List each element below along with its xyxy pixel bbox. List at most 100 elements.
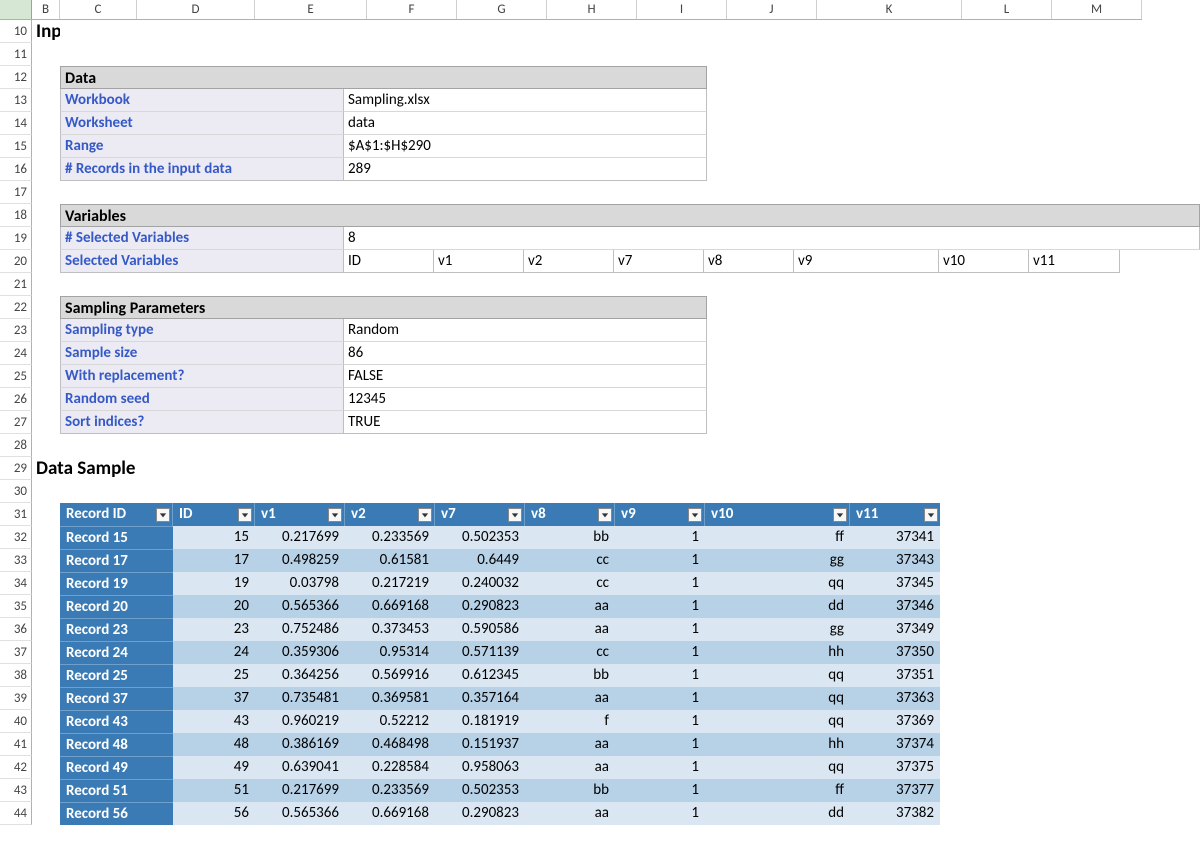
cell-v7[interactable]: 0.958063 xyxy=(435,756,525,779)
cell-id[interactable]: 20 xyxy=(173,595,255,618)
th-v9[interactable]: v9 xyxy=(615,503,705,526)
value-num-records[interactable]: 289 xyxy=(344,158,707,181)
filter-icon[interactable] xyxy=(598,508,612,522)
row-header-26[interactable]: 26 xyxy=(0,388,32,411)
value-sampling-type[interactable]: Random xyxy=(344,319,707,342)
table-row[interactable]: Record 51510.2176990.2335690.502353bb1ff… xyxy=(32,779,1200,802)
selvar-5[interactable]: v9 xyxy=(794,250,939,273)
th-v2[interactable]: v2 xyxy=(345,503,435,526)
cell-record-id[interactable]: Record 43 xyxy=(60,710,173,733)
cell-v9[interactable]: 1 xyxy=(615,572,705,595)
cell-id[interactable]: 17 xyxy=(173,549,255,572)
cell-v9[interactable]: 1 xyxy=(615,595,705,618)
cell-v10[interactable]: gg xyxy=(705,549,850,572)
cell-id[interactable]: 24 xyxy=(173,641,255,664)
cell-record-id[interactable]: Record 15 xyxy=(60,526,173,549)
cell-v1[interactable]: 0.217699 xyxy=(255,526,345,549)
row-header-21[interactable]: 21 xyxy=(0,273,32,296)
selvar-6[interactable]: v10 xyxy=(939,250,1029,273)
value-workbook[interactable]: Sampling.xlsx xyxy=(344,89,707,112)
selvar-4[interactable]: v8 xyxy=(704,250,794,273)
cell-v1[interactable]: 0.735481 xyxy=(255,687,345,710)
grid-body[interactable]: Inputs Data Workbook Sampling.xlsx Works… xyxy=(32,20,1200,825)
cell-v8[interactable]: aa xyxy=(525,687,615,710)
cell-v8[interactable]: aa xyxy=(525,802,615,825)
cell-record-id[interactable]: Record 17 xyxy=(60,549,173,572)
row-header-37[interactable]: 37 xyxy=(0,641,32,664)
row-header-34[interactable]: 34 xyxy=(0,572,32,595)
cell-v2[interactable]: 0.669168 xyxy=(345,595,435,618)
cell-v10[interactable]: qq xyxy=(705,756,850,779)
cell-v1[interactable]: 0.639041 xyxy=(255,756,345,779)
cell-v7[interactable]: 0.151937 xyxy=(435,733,525,756)
cell-v7[interactable]: 0.502353 xyxy=(435,779,525,802)
cell-v11[interactable]: 37375 xyxy=(850,756,940,779)
col-header-E[interactable]: E xyxy=(255,0,367,19)
cell-v11[interactable]: 37349 xyxy=(850,618,940,641)
cell-v10[interactable]: ff xyxy=(705,779,850,802)
cell-v8[interactable]: cc xyxy=(525,549,615,572)
row-header-13[interactable]: 13 xyxy=(0,89,32,112)
filter-icon[interactable] xyxy=(156,508,170,522)
row-header-20[interactable]: 20 xyxy=(0,250,32,273)
cell-id[interactable]: 25 xyxy=(173,664,255,687)
value-worksheet[interactable]: data xyxy=(344,112,707,135)
table-row[interactable]: Record 25250.3642560.5699160.612345bb1qq… xyxy=(32,664,1200,687)
row-header-29[interactable]: 29 xyxy=(0,457,32,480)
table-row[interactable]: Record 15150.2176990.2335690.502353bb1ff… xyxy=(32,526,1200,549)
cell-v11[interactable]: 37374 xyxy=(850,733,940,756)
cell-record-id[interactable]: Record 56 xyxy=(60,802,173,825)
cell-record-id[interactable]: Record 37 xyxy=(60,687,173,710)
cell-v8[interactable]: f xyxy=(525,710,615,733)
cell-id[interactable]: 48 xyxy=(173,733,255,756)
row-header-16[interactable]: 16 xyxy=(0,158,32,181)
row-header-44[interactable]: 44 xyxy=(0,802,32,825)
cell-record-id[interactable]: Record 51 xyxy=(60,779,173,802)
filter-icon[interactable] xyxy=(688,508,702,522)
cell-v8[interactable]: aa xyxy=(525,756,615,779)
filter-icon[interactable] xyxy=(508,508,522,522)
col-header-J[interactable]: J xyxy=(727,0,817,19)
col-header-H[interactable]: H xyxy=(547,0,637,19)
cell-v1[interactable]: 0.359306 xyxy=(255,641,345,664)
cell-v2[interactable]: 0.233569 xyxy=(345,779,435,802)
filter-icon[interactable] xyxy=(238,508,252,522)
cell-record-id[interactable]: Record 20 xyxy=(60,595,173,618)
th-v1[interactable]: v1 xyxy=(255,503,345,526)
selvar-3[interactable]: v7 xyxy=(614,250,704,273)
cell-record-id[interactable]: Record 49 xyxy=(60,756,173,779)
cell-v10[interactable]: dd xyxy=(705,802,850,825)
value-sort-indices[interactable]: TRUE xyxy=(344,411,707,434)
filter-icon[interactable] xyxy=(418,508,432,522)
cell-v9[interactable]: 1 xyxy=(615,733,705,756)
row-header-10[interactable]: 10 xyxy=(0,20,32,43)
row-header-42[interactable]: 42 xyxy=(0,756,32,779)
table-row[interactable]: Record 43430.9602190.522120.181919f1qq37… xyxy=(32,710,1200,733)
cell-v1[interactable]: 0.752486 xyxy=(255,618,345,641)
row-header-28[interactable]: 28 xyxy=(0,434,32,457)
cell-v2[interactable]: 0.228584 xyxy=(345,756,435,779)
cell-v7[interactable]: 0.590586 xyxy=(435,618,525,641)
table-row[interactable]: Record 24240.3593060.953140.571139cc1hh3… xyxy=(32,641,1200,664)
th-v7[interactable]: v7 xyxy=(435,503,525,526)
cell-v2[interactable]: 0.468498 xyxy=(345,733,435,756)
row-header-12[interactable]: 12 xyxy=(0,66,32,89)
cell-v8[interactable]: aa xyxy=(525,733,615,756)
cell-v8[interactable]: bb xyxy=(525,526,615,549)
cell-v8[interactable]: aa xyxy=(525,618,615,641)
cell-v7[interactable]: 0.612345 xyxy=(435,664,525,687)
cell-v2[interactable]: 0.217219 xyxy=(345,572,435,595)
row-header-27[interactable]: 27 xyxy=(0,411,32,434)
cell-record-id[interactable]: Record 25 xyxy=(60,664,173,687)
cell-v9[interactable]: 1 xyxy=(615,618,705,641)
cell-v9[interactable]: 1 xyxy=(615,641,705,664)
cell-v8[interactable]: cc xyxy=(525,641,615,664)
cell-v10[interactable]: qq xyxy=(705,572,850,595)
th-record-id[interactable]: Record ID xyxy=(60,503,173,526)
cell-v10[interactable]: qq xyxy=(705,710,850,733)
cell-v8[interactable]: bb xyxy=(525,664,615,687)
row-header-38[interactable]: 38 xyxy=(0,664,32,687)
cell-v10[interactable]: qq xyxy=(705,687,850,710)
row-header-30[interactable]: 30 xyxy=(0,480,32,503)
cell-v7[interactable]: 0.571139 xyxy=(435,641,525,664)
